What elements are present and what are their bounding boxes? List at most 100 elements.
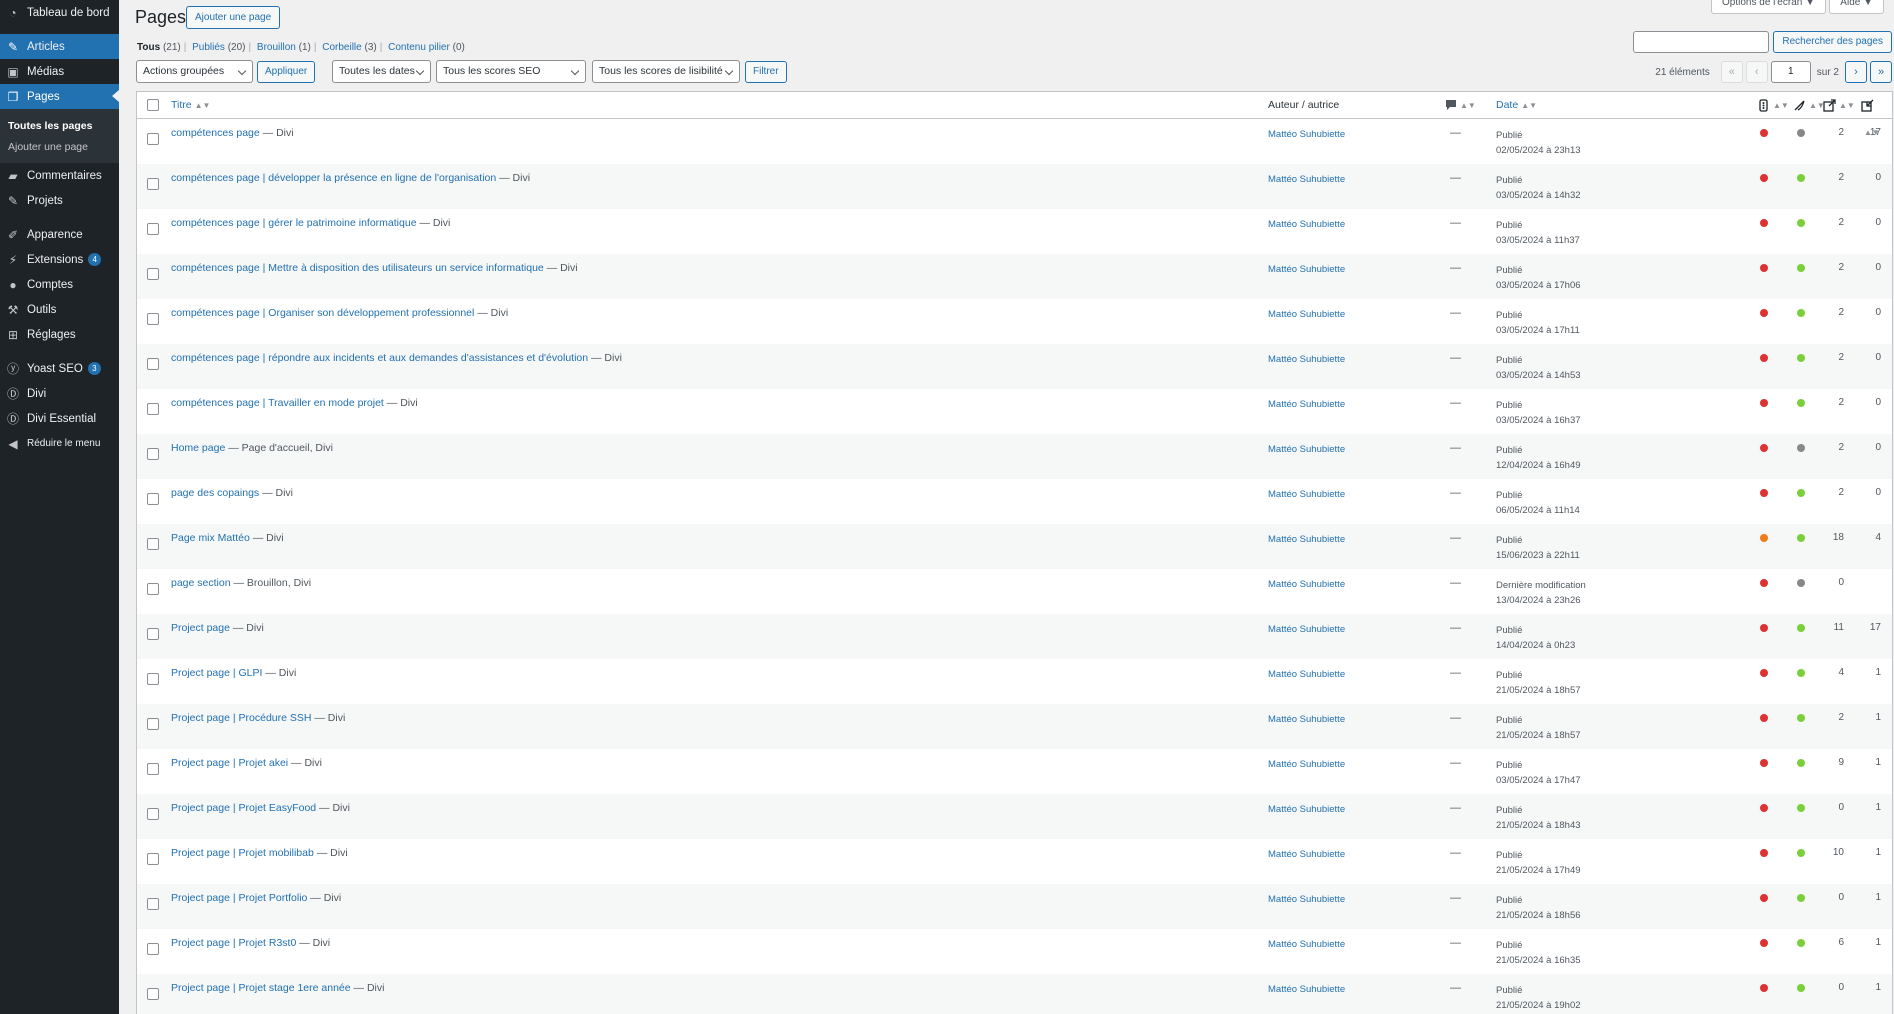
menu-extensions[interactable]: ⚡ Extensions 4 xyxy=(0,247,119,272)
seo-score-select[interactable]: Tous les scores SEO xyxy=(436,60,586,83)
row-checkbox[interactable] xyxy=(147,943,159,955)
row-author-link[interactable]: Mattéo Suhubiette xyxy=(1268,894,1345,905)
row-title-link[interactable]: Project page | GLPI xyxy=(171,667,262,679)
row-author-link[interactable]: Mattéo Suhubiette xyxy=(1268,849,1345,860)
row-checkbox[interactable] xyxy=(147,403,159,415)
bulk-actions-select[interactable]: Actions groupées xyxy=(136,60,253,83)
row-checkbox[interactable] xyxy=(147,583,159,595)
row-author-link[interactable]: Mattéo Suhubiette xyxy=(1268,399,1345,410)
row-title-link[interactable]: Home page xyxy=(171,442,225,454)
row-title-link[interactable]: Project page xyxy=(171,622,230,634)
menu-projects[interactable]: ✎ Projets xyxy=(0,188,119,213)
row-author-link[interactable]: Mattéo Suhubiette xyxy=(1268,129,1345,140)
apply-button[interactable]: Appliquer xyxy=(257,61,316,83)
menu-dashboard[interactable]: ◔ Tableau de bord xyxy=(0,0,119,25)
search-button[interactable]: Rechercher des pages xyxy=(1773,31,1892,53)
row-checkbox[interactable] xyxy=(147,988,159,1000)
row-title-link[interactable]: Project page | Projet EasyFood xyxy=(171,802,316,814)
row-author-link[interactable]: Mattéo Suhubiette xyxy=(1268,984,1345,995)
row-author-link[interactable]: Mattéo Suhubiette xyxy=(1268,444,1345,455)
row-title-link[interactable]: compétences page | Travailler en mode pr… xyxy=(171,397,384,409)
filter-pillar[interactable]: Contenu pilier xyxy=(388,42,450,53)
menu-divi-essential[interactable]: Ⓓ Divi Essential xyxy=(0,406,119,431)
row-title-link[interactable]: compétences page | Mettre à disposition … xyxy=(171,262,544,274)
row-author-link[interactable]: Mattéo Suhubiette xyxy=(1268,579,1345,590)
row-author-link[interactable]: Mattéo Suhubiette xyxy=(1268,309,1345,320)
menu-collapse[interactable]: ◀ Réduire le menu xyxy=(0,431,119,456)
row-title-link[interactable]: compétences page | gérer le patrimoine i… xyxy=(171,217,417,229)
row-checkbox[interactable] xyxy=(147,313,159,325)
row-checkbox[interactable] xyxy=(147,763,159,775)
row-checkbox[interactable] xyxy=(147,448,159,460)
row-title-link[interactable]: page section xyxy=(171,577,231,589)
row-title-link[interactable]: Project page | Projet mobilibab xyxy=(171,847,314,859)
row-checkbox[interactable] xyxy=(147,268,159,280)
current-page-input[interactable]: 1 xyxy=(1770,61,1811,83)
row-checkbox[interactable] xyxy=(147,223,159,235)
filter-all[interactable]: Tous xyxy=(137,42,160,53)
row-checkbox[interactable] xyxy=(147,358,159,370)
row-author-link[interactable]: Mattéo Suhubiette xyxy=(1268,759,1345,770)
row-author-link[interactable]: Mattéo Suhubiette xyxy=(1268,804,1345,815)
column-readability[interactable]: ▲▼ xyxy=(1793,92,1825,119)
row-checkbox[interactable] xyxy=(147,853,159,865)
row-checkbox[interactable] xyxy=(147,898,159,910)
row-author-link[interactable]: Mattéo Suhubiette xyxy=(1268,354,1345,365)
menu-settings[interactable]: ⊞ Réglages xyxy=(0,322,119,347)
row-checkbox[interactable] xyxy=(147,628,159,640)
menu-appearance[interactable]: ✐ Apparence xyxy=(0,222,119,247)
row-title-link[interactable]: compétences page | répondre aux incident… xyxy=(171,352,588,364)
row-checkbox[interactable] xyxy=(147,808,159,820)
row-author-link[interactable]: Mattéo Suhubiette xyxy=(1268,624,1345,635)
filter-draft[interactable]: Brouillon xyxy=(257,42,296,53)
row-title-link[interactable]: Project page | Projet Portfolio xyxy=(171,892,307,904)
row-author-link[interactable]: Mattéo Suhubiette xyxy=(1268,264,1345,275)
submenu-all-pages[interactable]: Toutes les pages xyxy=(0,115,119,136)
screen-options-button[interactable]: Options de l'écran ▼ xyxy=(1711,0,1826,14)
add-page-button[interactable]: Ajouter une page xyxy=(186,6,281,29)
row-author-link[interactable]: Mattéo Suhubiette xyxy=(1268,174,1345,185)
row-checkbox[interactable] xyxy=(147,493,159,505)
filter-trash[interactable]: Corbeille xyxy=(322,42,361,53)
column-seo-score[interactable]: ▲▼ xyxy=(1757,92,1789,119)
row-title-link[interactable]: compétences page | Organiser son dévelop… xyxy=(171,307,474,319)
menu-comments[interactable]: ▰ Commentaires xyxy=(0,163,119,188)
help-button[interactable]: Aide ▼ xyxy=(1829,0,1884,14)
menu-pages[interactable]: ❐ Pages xyxy=(0,84,119,109)
menu-divi[interactable]: Ⓓ Divi xyxy=(0,381,119,406)
row-checkbox[interactable] xyxy=(147,178,159,190)
readability-select[interactable]: Tous les scores de lisibilité xyxy=(592,60,740,83)
row-title-link[interactable]: Project page | Projet stage 1ere année xyxy=(171,982,351,994)
submenu-add-page[interactable]: Ajouter une page xyxy=(0,136,119,157)
date-filter-select[interactable]: Toutes les dates xyxy=(332,60,431,83)
row-author-link[interactable]: Mattéo Suhubiette xyxy=(1268,219,1345,230)
menu-tools[interactable]: ⚒ Outils xyxy=(0,297,119,322)
select-all-checkbox[interactable] xyxy=(147,99,159,111)
row-title-link[interactable]: compétences page | développer la présenc… xyxy=(171,172,496,184)
row-checkbox[interactable] xyxy=(147,538,159,550)
filter-button[interactable]: Filtrer xyxy=(745,61,787,83)
column-comments[interactable]: ▲▼ xyxy=(1445,92,1476,119)
row-author-link[interactable]: Mattéo Suhubiette xyxy=(1268,489,1345,500)
row-title-link[interactable]: Project page | Procédure SSH xyxy=(171,712,311,724)
menu-articles[interactable]: ✎ Articles xyxy=(0,34,119,59)
row-title-link[interactable]: compétences page xyxy=(171,127,260,139)
row-title-link[interactable]: Page mix Mattéo xyxy=(171,532,250,544)
row-author-link[interactable]: Mattéo Suhubiette xyxy=(1268,669,1345,680)
search-input[interactable] xyxy=(1633,31,1770,53)
column-incoming-links[interactable]: ▲▼ xyxy=(1861,92,1892,137)
row-title-link[interactable]: Project page | Projet akei xyxy=(171,757,288,769)
row-title-link[interactable]: Project page | Projet R3st0 xyxy=(171,937,296,949)
row-author-link[interactable]: Mattéo Suhubiette xyxy=(1268,939,1345,950)
last-page-button[interactable]: » xyxy=(1870,61,1892,83)
row-title-link[interactable]: page des copaings xyxy=(171,487,259,499)
row-author-link[interactable]: Mattéo Suhubiette xyxy=(1268,714,1345,725)
row-author-link[interactable]: Mattéo Suhubiette xyxy=(1268,534,1345,545)
column-title[interactable]: Titre ▲▼ xyxy=(171,92,210,119)
menu-accounts[interactable]: ● Comptes xyxy=(0,272,119,297)
menu-yoast[interactable]: ⓨ Yoast SEO 3 xyxy=(0,356,119,381)
next-page-button[interactable]: › xyxy=(1845,61,1867,83)
row-checkbox[interactable] xyxy=(147,133,159,145)
column-outgoing-links[interactable]: ▲▼ xyxy=(1823,92,1855,119)
column-date[interactable]: Date ▲▼ xyxy=(1496,92,1537,119)
